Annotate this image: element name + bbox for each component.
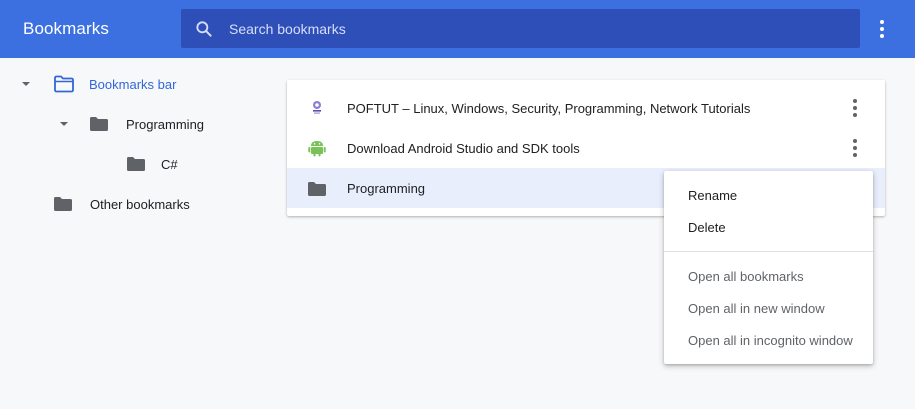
list-item[interactable]: Download Android Studio and SDK tools [287, 128, 885, 168]
more-vert-icon[interactable] [845, 137, 865, 159]
menu-item-open-incognito[interactable]: Open all in incognito window [688, 333, 853, 348]
android-icon [308, 141, 326, 157]
search-bar[interactable] [181, 9, 860, 48]
bookmark-title: POFTUT – Linux, Windows, Security, Progr… [347, 101, 751, 116]
sidebar-item-bookmarks-bar[interactable]: Bookmarks bar [20, 70, 176, 98]
folder-open-icon [54, 75, 74, 93]
poftut-favicon [313, 101, 321, 114]
sidebar-item-other-bookmarks[interactable]: Other bookmarks [53, 190, 190, 218]
sidebar-item-csharp[interactable]: C# [126, 150, 178, 178]
menu-item-open-all[interactable]: Open all bookmarks [688, 269, 804, 284]
sidebar-item-label: Programming [126, 116, 205, 132]
folder-icon [90, 117, 108, 131]
sidebar-item-label: Bookmarks bar [89, 76, 177, 92]
menu-item-open-new-window[interactable]: Open all in new window [688, 301, 825, 316]
folder-icon [54, 197, 72, 211]
top-toolbar: Bookmarks [0, 0, 915, 58]
sidebar-item-label: C# [161, 156, 178, 172]
search-icon[interactable] [194, 19, 214, 39]
chevron-down-icon[interactable] [20, 78, 32, 90]
more-vert-icon[interactable] [872, 17, 892, 41]
folder-icon [127, 157, 145, 171]
page-title: Bookmarks [23, 19, 109, 38]
search-input[interactable] [227, 18, 831, 40]
chevron-down-icon[interactable] [58, 118, 70, 130]
bookmark-title: Download Android Studio and SDK tools [347, 141, 580, 156]
context-menu: Rename Delete Open all bookmarks Open al… [664, 171, 873, 364]
sidebar-item-programming[interactable]: Programming [58, 110, 204, 138]
menu-divider [664, 251, 873, 252]
bookmark-title: Programming [347, 181, 426, 196]
menu-item-delete[interactable]: Delete [688, 220, 726, 235]
menu-item-rename[interactable]: Rename [688, 188, 737, 203]
sidebar-item-label: Other bookmarks [90, 196, 190, 212]
folder-icon [308, 182, 326, 196]
more-vert-icon[interactable] [845, 97, 865, 119]
list-item[interactable]: POFTUT – Linux, Windows, Security, Progr… [287, 88, 885, 128]
